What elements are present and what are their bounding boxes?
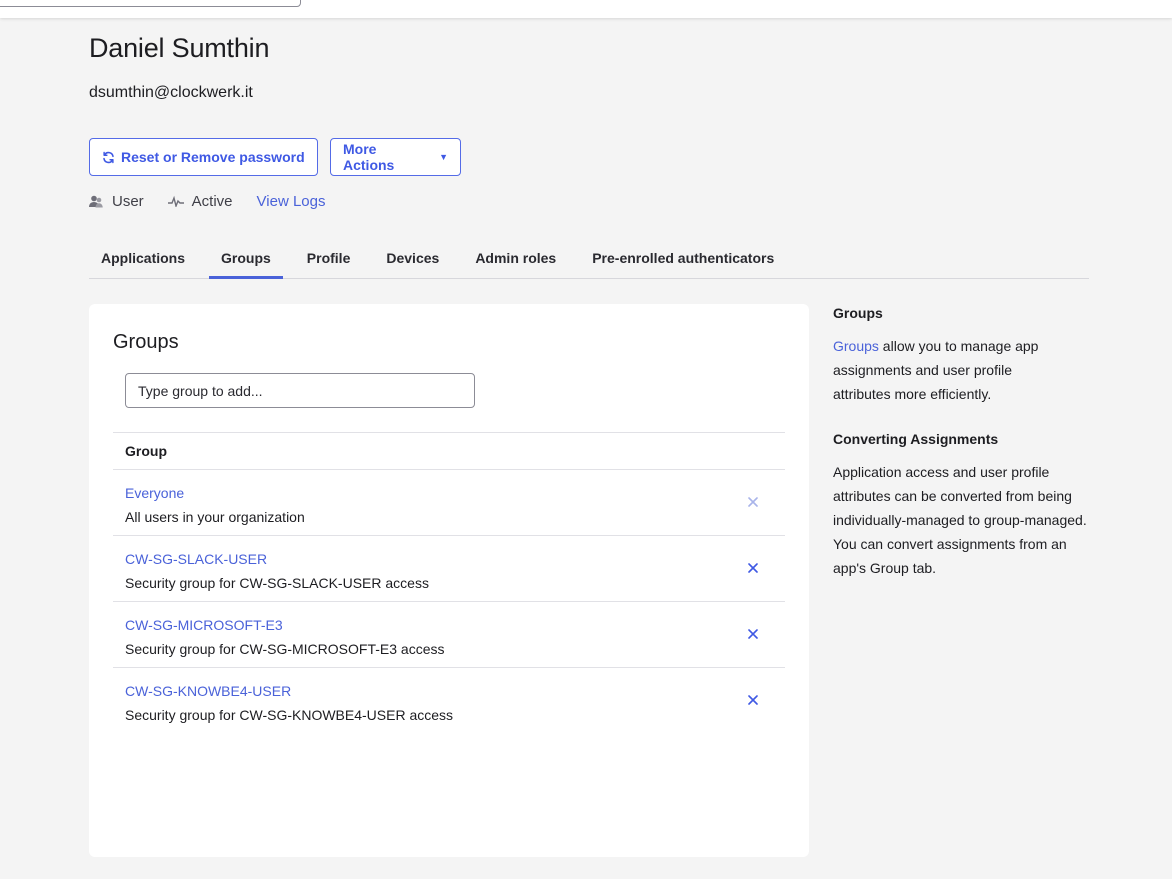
groups-table: Group Everyone All users in your organiz… bbox=[113, 432, 785, 734]
remove-group-button[interactable] bbox=[745, 560, 761, 576]
groups-card: Groups Group Everyone All users in your … bbox=[89, 304, 809, 857]
user-status-label: Active bbox=[191, 192, 233, 210]
group-description: Security group for CW-SG-MICROSOFT-E3 ac… bbox=[125, 641, 445, 657]
user-name: Daniel Sumthin bbox=[89, 33, 270, 63]
user-type: User bbox=[89, 193, 144, 210]
tab-groups[interactable]: Groups bbox=[209, 238, 283, 279]
remove-group-button[interactable] bbox=[745, 626, 761, 642]
table-row: CW-SG-MICROSOFT-E3 Security group for CW… bbox=[113, 602, 785, 668]
close-icon bbox=[748, 629, 758, 639]
tab-pre-enrolled-authenticators[interactable]: Pre-enrolled authenticators bbox=[580, 238, 786, 278]
tab-devices[interactable]: Devices bbox=[374, 238, 451, 278]
reset-password-label: Reset or Remove password bbox=[121, 149, 305, 165]
reset-password-button[interactable]: Reset or Remove password bbox=[89, 138, 318, 176]
add-group-input[interactable] bbox=[125, 373, 475, 408]
user-status: Active bbox=[167, 192, 233, 210]
close-icon bbox=[748, 695, 758, 705]
remove-group-button[interactable] bbox=[745, 692, 761, 708]
activity-icon bbox=[167, 195, 184, 207]
table-row: CW-SG-KNOWBE4-USER Security group for CW… bbox=[113, 668, 785, 734]
more-actions-button[interactable]: More Actions ▼ bbox=[330, 138, 461, 176]
user-type-label: User bbox=[112, 192, 144, 210]
help-text-groups: Groups allow you to manage app assignmen… bbox=[833, 334, 1073, 406]
user-email: dsumthin@clockwerk.it bbox=[89, 84, 253, 101]
group-link[interactable]: CW-SG-SLACK-USER bbox=[125, 551, 267, 567]
group-description: Security group for CW-SG-KNOWBE4-USER ac… bbox=[125, 707, 454, 723]
group-description: Security group for CW-SG-SLACK-USER acce… bbox=[125, 575, 429, 591]
group-link[interactable]: CW-SG-KNOWBE4-USER bbox=[125, 683, 291, 699]
help-text-converting: Application access and user profile attr… bbox=[833, 464, 1087, 576]
help-heading-converting: Converting Assignments bbox=[833, 431, 999, 447]
table-row: CW-SG-SLACK-USER Security group for CW-S… bbox=[113, 536, 785, 602]
refresh-icon bbox=[102, 151, 115, 164]
more-actions-label: More Actions bbox=[343, 141, 395, 173]
user-icon bbox=[89, 195, 103, 208]
group-description: All users in your organization bbox=[125, 509, 305, 525]
top-bar bbox=[0, 0, 1172, 18]
tab-admin-roles[interactable]: Admin roles bbox=[463, 238, 568, 278]
user-meta: User Active View Logs bbox=[89, 191, 325, 211]
remove-group-button bbox=[745, 494, 761, 510]
groups-card-title: Groups bbox=[113, 331, 179, 353]
table-row: Everyone All users in your organization bbox=[113, 470, 785, 536]
group-link[interactable]: CW-SG-MICROSOFT-E3 bbox=[125, 617, 283, 633]
close-icon bbox=[748, 497, 758, 507]
help-heading-groups: Groups bbox=[833, 305, 883, 321]
global-search-input[interactable] bbox=[0, 0, 301, 7]
close-icon bbox=[748, 563, 758, 573]
group-link[interactable]: Everyone bbox=[125, 485, 184, 501]
view-logs-link[interactable]: View Logs bbox=[257, 193, 326, 210]
tab-profile[interactable]: Profile bbox=[295, 238, 363, 278]
user-tabs: Applications Groups Profile Devices Admi… bbox=[89, 238, 1089, 279]
caret-down-icon: ▼ bbox=[439, 152, 448, 162]
groups-help-link[interactable]: Groups bbox=[833, 338, 879, 354]
group-column-header: Group bbox=[113, 432, 785, 470]
tab-applications[interactable]: Applications bbox=[89, 238, 197, 278]
